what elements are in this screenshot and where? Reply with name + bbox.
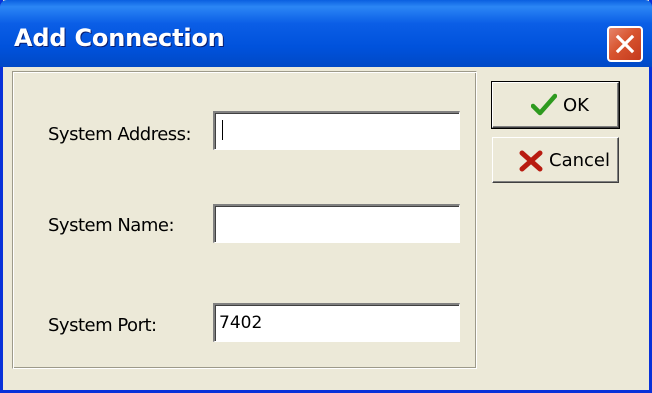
x-icon [519,150,543,172]
checkmark-icon [531,93,557,116]
cancel-button[interactable]: Cancel [492,137,619,183]
ok-label: OK [563,95,589,116]
system-address-input[interactable] [213,111,460,150]
text-caret [222,120,223,140]
system-port-label: System Port: [48,315,157,336]
close-icon [615,34,635,54]
system-name-input[interactable] [213,204,460,243]
system-name-label: System Name: [48,215,175,236]
window-title: Add Connection [14,24,225,52]
cancel-label: Cancel [549,150,610,171]
ok-button[interactable]: OK [491,81,620,129]
add-connection-dialog: Add Connection System Address: System Na… [0,0,652,393]
system-address-label: System Address: [48,124,192,145]
title-bar[interactable]: Add Connection [0,0,652,67]
close-button[interactable] [607,26,643,62]
system-port-input[interactable] [213,303,460,342]
